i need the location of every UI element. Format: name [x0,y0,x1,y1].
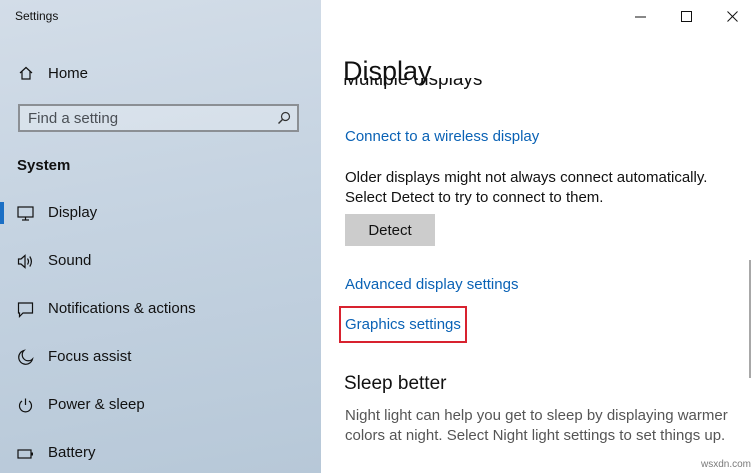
power-icon [18,398,33,413]
main-content: Display Multiple displays Connect to a w… [321,0,755,473]
multiple-displays-heading-text: Multiple displays [343,78,483,90]
section-heading-system: System [17,157,71,174]
search-input[interactable] [28,109,268,127]
moon-icon [18,349,34,365]
detect-button[interactable]: Detect [345,214,435,246]
sidebar-item-battery[interactable]: Battery [0,438,321,468]
sidebar-item-label: Notifications & actions [48,300,196,317]
older-displays-description: Older displays might not always connect … [345,169,708,206]
watermark: wsxdn.com [700,459,751,470]
close-button[interactable] [709,0,755,32]
multiple-displays-heading: Multiple displays [343,78,482,102]
titlebar-buttons [617,0,755,32]
sidebar-item-label: Power & sleep [48,396,145,413]
graphics-settings-link[interactable]: Graphics settings [345,316,461,333]
sidebar-item-focus-assist[interactable]: Focus assist [0,342,321,372]
minimize-icon [634,16,646,17]
maximize-button[interactable] [663,0,709,32]
search-icon[interactable] [277,111,291,125]
sleep-better-heading: Sleep better [344,373,447,394]
sidebar-item-label: Battery [48,444,96,461]
sidebar-item-power-sleep[interactable]: Power & sleep [0,390,321,420]
sidebar-item-sound[interactable]: Sound [0,246,321,276]
scrollbar-thumb[interactable] [749,260,751,378]
home-icon [19,66,33,80]
sidebar-item-label: Sound [48,252,92,269]
home-label: Home [48,64,89,82]
sidebar-item-label: Display [48,204,98,221]
sidebar-item-notifications[interactable]: Notifications & actions [0,294,321,324]
speaker-icon [17,254,32,269]
connect-wireless-display-link[interactable]: Connect to a wireless display [345,128,539,145]
close-icon [726,10,738,22]
sidebar-item-display[interactable]: Display [0,198,321,228]
advanced-display-settings-link[interactable]: Advanced display settings [345,276,518,293]
settings-window: Settings Home System Display [0,0,755,473]
search-box[interactable] [18,104,299,132]
sleep-better-description: Night light can help you get to sleep by… [345,407,728,444]
sidebar: Settings Home System Display [0,0,321,473]
home-nav-item[interactable]: Home [18,61,88,85]
notification-icon [17,302,34,318]
sidebar-item-label: Focus assist [48,348,132,365]
maximize-icon [680,10,692,22]
monitor-icon [17,206,34,221]
battery-icon [17,449,33,459]
minimize-button[interactable] [617,0,663,32]
app-title: Settings [15,9,59,23]
